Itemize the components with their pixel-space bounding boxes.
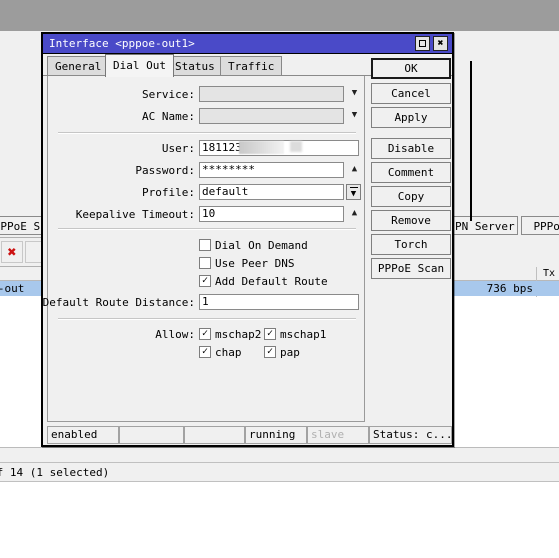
pppoe-scan-button[interactable]: PPPoE Scan xyxy=(371,258,451,279)
checkbox-label: Use Peer DNS xyxy=(215,257,295,270)
tab-dial-out[interactable]: Dial Out xyxy=(105,54,174,77)
checkbox-box[interactable]: ✓ xyxy=(264,346,276,358)
row-interface-name: poe-out xyxy=(0,282,25,295)
status-cell-enabled: enabled xyxy=(47,426,119,444)
remove-button[interactable]: Remove xyxy=(371,210,451,231)
background-status-bar: of 14 (1 selected) xyxy=(0,462,559,482)
desktop-background xyxy=(0,0,559,30)
password-label: Password: xyxy=(135,164,195,177)
panel-divider-right xyxy=(470,61,472,221)
field-row-profile: Profile: default ▼ xyxy=(48,184,364,202)
maximize-icon[interactable] xyxy=(415,36,430,51)
disable-button[interactable]: Disable xyxy=(371,138,451,159)
separator xyxy=(58,318,356,320)
field-row-keepalive-timeout: Keepalive Timeout: 10 ▲ xyxy=(48,206,364,224)
checkbox-box[interactable] xyxy=(199,239,211,251)
redaction-overlay-2 xyxy=(290,141,302,152)
password-input[interactable]: ******** xyxy=(199,162,344,178)
status-cell-running: running xyxy=(245,426,307,444)
chevron-up-icon[interactable]: ▲ xyxy=(348,207,361,221)
tab-status[interactable]: Status xyxy=(167,56,223,76)
user-value: 181123 xyxy=(202,141,242,154)
dialog-titlebar[interactable]: Interface <pppoe-out1> ✖ xyxy=(43,34,452,54)
checkbox-label: mschap2 xyxy=(215,328,262,341)
screen: PPPoE S PN Server PPPoE ✔ ✖ Tx poe-out 7… xyxy=(0,0,559,558)
field-row-password: Password: ******** ▲ xyxy=(48,162,364,180)
checkbox-box[interactable]: ✓ xyxy=(199,328,211,340)
dropdown-arrow-icon[interactable]: ▼ xyxy=(346,184,361,200)
default-route-distance-input[interactable]: 1 xyxy=(199,294,359,310)
column-header-tx: Tx xyxy=(542,268,555,279)
field-row-service: Service: ▼ xyxy=(48,86,364,104)
ac-name-input[interactable] xyxy=(199,108,344,124)
tab-traffic[interactable]: Traffic xyxy=(220,56,283,76)
torch-button[interactable]: Torch xyxy=(371,234,451,255)
checkbox-label: mschap1 xyxy=(280,328,327,341)
ac-name-label: AC Name: xyxy=(142,110,195,123)
copy-button[interactable]: Copy xyxy=(371,186,451,207)
field-row-ac-name: AC Name: ▼ xyxy=(48,108,364,126)
default-route-distance-label: Default Route Distance: xyxy=(42,296,195,309)
field-row-default-route-distance: Default Route Distance: 1 xyxy=(43,294,364,312)
background-tab-vpn-server[interactable]: PN Server xyxy=(448,216,518,235)
field-row-user: User: 181123 xyxy=(48,140,364,158)
comment-button[interactable]: Comment xyxy=(371,162,451,183)
close-icon[interactable]: ✖ xyxy=(433,36,448,51)
tab-general[interactable]: General xyxy=(47,56,110,76)
item-count-label: of 14 (1 selected) xyxy=(0,466,110,479)
apply-button[interactable]: Apply xyxy=(371,107,451,128)
checkbox-box[interactable]: ✓ xyxy=(199,275,211,287)
keepalive-timeout-input[interactable]: 10 xyxy=(199,206,344,222)
status-cell-slave: slave xyxy=(307,426,369,444)
keepalive-timeout-label: Keepalive Timeout: xyxy=(75,208,195,221)
profile-input[interactable]: default xyxy=(199,184,344,200)
checkbox-label: chap xyxy=(215,346,242,359)
chevron-down-icon[interactable]: ▼ xyxy=(348,87,361,101)
service-input[interactable] xyxy=(199,86,344,102)
interface-dialog[interactable]: Interface <pppoe-out1> ✖ General Dial Ou… xyxy=(41,32,454,447)
window-bottom-band xyxy=(0,447,559,462)
ok-button[interactable]: OK xyxy=(371,58,451,79)
allow-label: Allow: xyxy=(155,328,195,341)
status-cell-2 xyxy=(119,426,184,444)
row-tx-rate: 736 bps xyxy=(486,282,533,295)
background-tab-pppoe[interactable]: PPPoE xyxy=(521,216,559,235)
checkbox-box[interactable] xyxy=(199,257,211,269)
profile-label: Profile: xyxy=(142,186,195,199)
remove-x-icon[interactable]: ✖ xyxy=(1,241,23,263)
checkbox-label: pap xyxy=(280,346,300,359)
chevron-down-icon[interactable]: ▼ xyxy=(348,109,361,123)
chevron-up-icon[interactable]: ▲ xyxy=(348,163,361,177)
status-cell-3 xyxy=(184,426,245,444)
dialog-status-bar: enabled running slave Status: c... xyxy=(47,426,452,444)
redaction-overlay xyxy=(239,141,284,154)
user-label: User: xyxy=(161,142,195,155)
status-cell-status: Status: c... xyxy=(369,426,452,444)
checkbox-box[interactable]: ✓ xyxy=(199,346,211,358)
cancel-button[interactable]: Cancel xyxy=(371,83,451,104)
separator xyxy=(58,132,356,134)
checkbox-label: Add Default Route xyxy=(215,275,328,288)
checkbox-label: Dial On Demand xyxy=(215,239,308,252)
dial-out-form: Service: ▼ AC Name: ▼ User: 181123 Passw… xyxy=(43,76,365,422)
dialog-title: Interface <pppoe-out1> xyxy=(49,37,195,50)
checkbox-box[interactable]: ✓ xyxy=(264,328,276,340)
service-label: Service: xyxy=(142,88,195,101)
separator xyxy=(58,228,356,230)
